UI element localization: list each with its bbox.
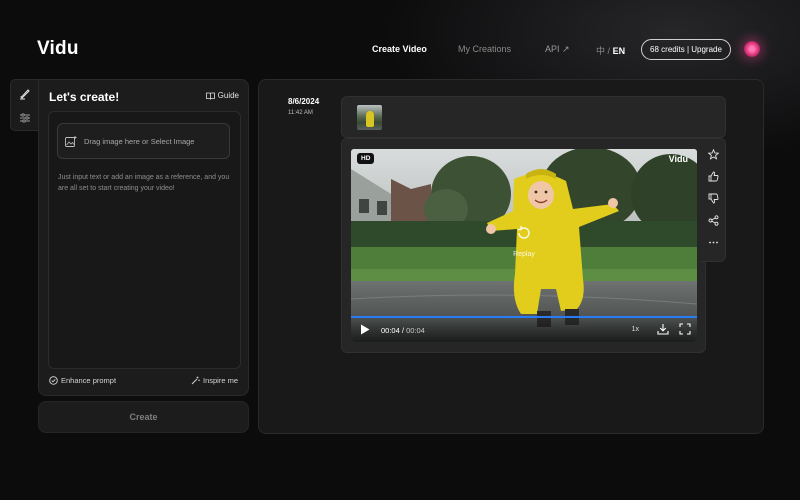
add-image-icon <box>65 135 77 147</box>
creation-time: 11:42 AM <box>288 110 313 116</box>
language-switch[interactable]: 中 / EN <box>596 44 625 57</box>
replay-button[interactable]: Replay <box>505 225 543 258</box>
hd-badge: HD <box>357 153 375 164</box>
playback-speed[interactable]: 1x <box>632 326 639 333</box>
panel-title: Let's create! <box>49 90 120 104</box>
play-icon[interactable] <box>360 324 370 335</box>
video-card: HD Vidu Replay 00:04 / 00:04 1x <box>341 138 706 353</box>
lang-zh[interactable]: 中 <box>596 46 605 56</box>
download-icon[interactable] <box>657 323 669 335</box>
results-panel: 8/6/2024 11:42 AM HD Vidu Replay 00:04 /… <box>258 79 764 434</box>
star-icon[interactable] <box>706 147 720 161</box>
tool-rail <box>10 79 38 131</box>
progress-fill <box>351 316 697 318</box>
sliders-icon[interactable] <box>16 109 34 127</box>
fullscreen-icon[interactable] <box>679 323 691 335</box>
video-player[interactable]: HD Vidu Replay 00:04 / 00:04 1x <box>351 149 697 342</box>
brush-icon[interactable] <box>16 85 34 103</box>
guide-label: Guide <box>217 91 239 100</box>
inspire-label: Inspire me <box>202 376 238 385</box>
video-controls: 00:04 / 00:04 1x <box>351 316 697 342</box>
lang-separator: / <box>607 46 611 56</box>
creation-date: 8/6/2024 <box>288 97 320 106</box>
inspire-me-button[interactable]: Inspire me <box>191 376 238 385</box>
image-upload-dropzone[interactable]: Drag image here or Select Image <box>57 123 230 159</box>
book-icon <box>205 92 215 100</box>
time-display: 00:04 / 00:04 <box>381 326 425 335</box>
reference-card <box>341 96 726 138</box>
create-panel: Let's create! Guide Drag image here or S… <box>38 79 249 396</box>
progress-bar[interactable] <box>351 316 697 318</box>
video-actions <box>700 138 726 262</box>
prompt-hint: Just input text or add an image as a ref… <box>58 174 230 192</box>
replay-label: Replay <box>513 251 535 258</box>
thumbs-down-icon[interactable] <box>706 191 720 205</box>
wand-icon <box>191 376 200 385</box>
credits-upgrade-button[interactable]: 68 credits | Upgrade <box>641 39 731 60</box>
thumbs-up-icon[interactable] <box>706 169 720 183</box>
share-icon[interactable] <box>706 213 720 227</box>
enhance-label: Enhance prompt <box>61 376 117 385</box>
avatar[interactable] <box>744 41 760 57</box>
enhance-prompt-toggle[interactable]: Enhance prompt <box>49 376 116 385</box>
lang-en[interactable]: EN <box>613 46 626 56</box>
guide-link[interactable]: Guide <box>205 91 239 100</box>
video-watermark: Vidu <box>668 154 688 164</box>
nav-my-creations[interactable]: My Creations <box>458 44 511 54</box>
check-circle-icon <box>49 376 58 385</box>
more-icon[interactable] <box>706 235 720 249</box>
prompt-area[interactable]: Drag image here or Select Image Just inp… <box>48 111 241 369</box>
time-separator: / <box>401 326 404 335</box>
nav-create-video[interactable]: Create Video <box>372 44 427 54</box>
current-time: 00:04 <box>381 326 400 335</box>
create-button[interactable]: Create <box>38 401 249 433</box>
duration: 00:04 <box>406 326 425 335</box>
reference-thumbnail[interactable] <box>357 105 382 130</box>
nav-api[interactable]: API ↗ <box>545 44 570 55</box>
upload-label: Drag image here or Select Image <box>84 136 195 146</box>
vidu-logo[interactable]: Vidu <box>37 38 79 60</box>
replay-icon <box>517 226 530 239</box>
